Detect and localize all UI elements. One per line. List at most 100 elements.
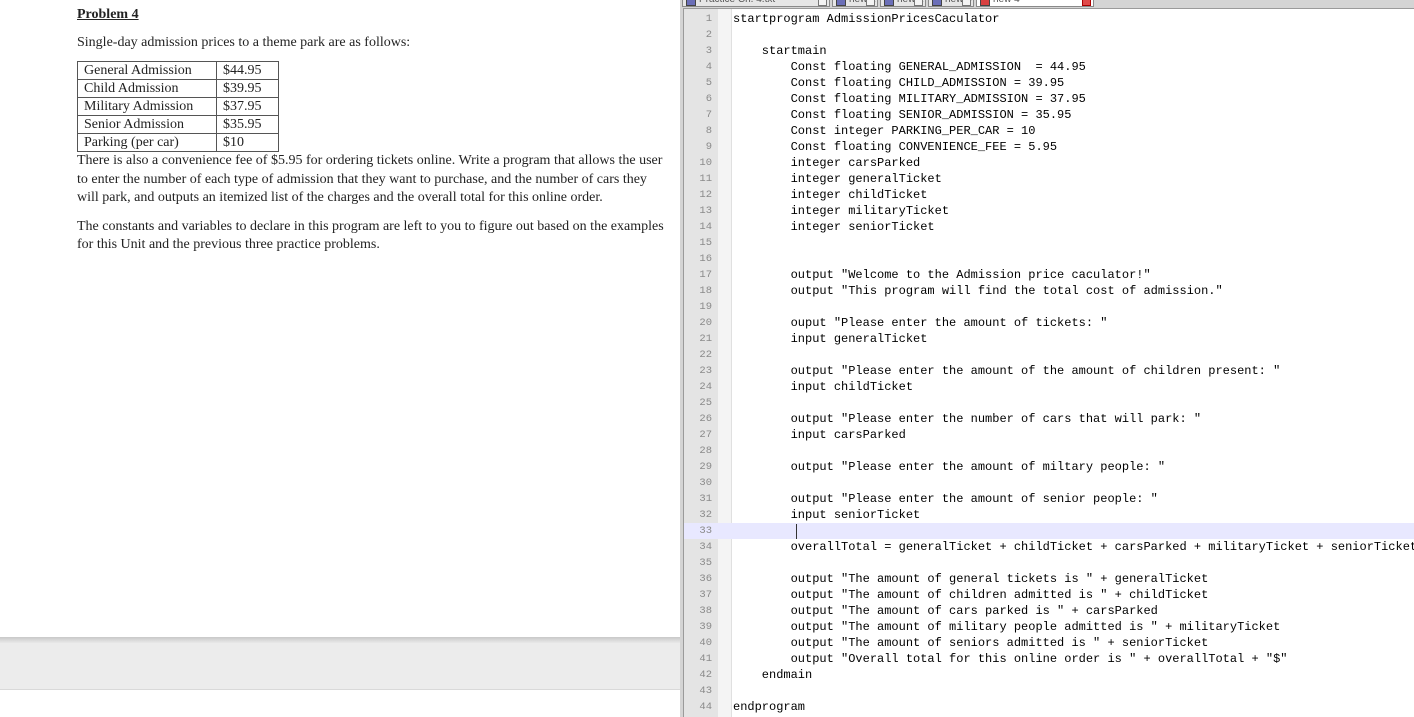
code-text: output "The amount of military people ad… bbox=[733, 620, 1281, 634]
price-row: General Admission $44.95 bbox=[77, 61, 279, 80]
price-label: Military Admission bbox=[77, 97, 217, 116]
close-tab-icon[interactable] bbox=[818, 0, 827, 6]
code-line[interactable]: 2 bbox=[684, 27, 1414, 43]
code-line[interactable]: 8 Const integer PARKING_PER_CAR = 10 bbox=[684, 123, 1414, 139]
code-text: integer generalTicket bbox=[733, 172, 942, 186]
code-text: output "The amount of general tickets is… bbox=[733, 572, 1209, 586]
price-label: Senior Admission bbox=[77, 115, 217, 134]
code-line[interactable]: 27 input carsParked bbox=[684, 427, 1414, 443]
code-line[interactable]: 5 Const floating CHILD_ADMISSION = 39.95 bbox=[684, 75, 1414, 91]
code-line[interactable]: 37 output "The amount of children admitt… bbox=[684, 587, 1414, 603]
line-number: 25 bbox=[699, 397, 712, 409]
code-line[interactable]: 16 bbox=[684, 251, 1414, 267]
code-line[interactable]: 20 ouput "Please enter the amount of tic… bbox=[684, 315, 1414, 331]
line-number: 34 bbox=[699, 541, 712, 553]
line-number: 43 bbox=[699, 685, 712, 697]
price-label: Parking (per car) bbox=[77, 133, 217, 152]
line-number: 4 bbox=[705, 61, 712, 73]
editor-tab[interactable]: new 2 bbox=[880, 0, 926, 7]
code-line[interactable]: 30 bbox=[684, 475, 1414, 491]
close-tab-icon[interactable] bbox=[962, 0, 971, 6]
editor-text-area[interactable]: 1 startprogram AdmissionPricesCaculator 2 3… bbox=[683, 8, 1414, 717]
code-text: overallTotal = generalTicket + childTick… bbox=[733, 540, 1414, 554]
code-line[interactable]: 42 endmain bbox=[684, 667, 1414, 683]
code-line[interactable]: 26 output "Please enter the number of ca… bbox=[684, 411, 1414, 427]
problem-description: There is also a convenience fee of $5.95… bbox=[77, 153, 663, 205]
code-line[interactable]: 32 input seniorTicket bbox=[684, 507, 1414, 523]
line-number: 23 bbox=[699, 365, 712, 377]
code-line[interactable]: 15 bbox=[684, 235, 1414, 251]
editor-tab[interactable]: new 4 bbox=[976, 0, 1094, 7]
price-row: Parking (per car) $10 bbox=[77, 133, 279, 152]
code-line[interactable]: 9 Const floating CONVENIENCE_FEE = 5.95 bbox=[684, 139, 1414, 155]
code-line[interactable]: 14 integer seniorTicket bbox=[684, 219, 1414, 235]
code-line[interactable]: 31 output "Please enter the amount of se… bbox=[684, 491, 1414, 507]
close-tab-icon[interactable] bbox=[866, 0, 875, 6]
code-line[interactable]: 17 output "Welcome to the Admission pric… bbox=[684, 267, 1414, 283]
document-viewer[interactable]: Problem 4 Single-day admission prices to… bbox=[0, 0, 680, 637]
price-value: $10 bbox=[216, 133, 279, 152]
code-line[interactable]: 28 bbox=[684, 443, 1414, 459]
code-line[interactable]: 38 output "The amount of cars parked is … bbox=[684, 603, 1414, 619]
code-line[interactable]: 10 integer carsParked bbox=[684, 155, 1414, 171]
price-label: General Admission bbox=[77, 61, 217, 80]
code-line[interactable]: 19 bbox=[684, 299, 1414, 315]
line-number: 31 bbox=[699, 493, 712, 505]
code-text: output "This program will find the total… bbox=[733, 284, 1223, 298]
code-text: output "Please enter the amount of milta… bbox=[733, 460, 1166, 474]
code-line[interactable]: 22 bbox=[684, 347, 1414, 363]
editor-tab[interactable]: new 3 bbox=[928, 0, 974, 7]
code-line[interactable]: 35 bbox=[684, 555, 1414, 571]
code-line[interactable]: 13 integer militaryTicket bbox=[684, 203, 1414, 219]
editor-tab[interactable]: new 1 bbox=[832, 0, 878, 7]
line-number: 44 bbox=[699, 701, 712, 713]
code-line[interactable]: 36 output "The amount of general tickets… bbox=[684, 571, 1414, 587]
code-line[interactable]: 25 bbox=[684, 395, 1414, 411]
code-line[interactable]: 23 output "Please enter the amount of th… bbox=[684, 363, 1414, 379]
file-icon bbox=[686, 0, 696, 6]
code-text: output "The amount of cars parked is " +… bbox=[733, 604, 1158, 618]
code-line[interactable]: 1 startprogram AdmissionPricesCaculator bbox=[684, 11, 1414, 27]
code-line[interactable]: 18 output "This program will find the to… bbox=[684, 283, 1414, 299]
code-line[interactable]: 24 input childTicket bbox=[684, 379, 1414, 395]
code-text: integer militaryTicket bbox=[733, 204, 950, 218]
code-text: output "Welcome to the Admission price c… bbox=[733, 268, 1151, 282]
code-text: Const floating CONVENIENCE_FEE = 5.95 bbox=[733, 140, 1058, 154]
code-line[interactable]: 6 Const floating MILITARY_ADMISSION = 37… bbox=[684, 91, 1414, 107]
code-text: output "The amount of seniors admitted i… bbox=[733, 636, 1209, 650]
code-line[interactable]: 29 output "Please enter the amount of mi… bbox=[684, 459, 1414, 475]
file-icon bbox=[932, 0, 942, 6]
line-number: 19 bbox=[699, 301, 712, 313]
line-number: 5 bbox=[705, 77, 712, 89]
line-number: 29 bbox=[699, 461, 712, 473]
code-line[interactable]: 34 overallTotal = generalTicket + childT… bbox=[684, 539, 1414, 555]
code-line[interactable]: 12 integer childTicket bbox=[684, 187, 1414, 203]
editor-tab[interactable]: Practice Ch. 4.txt bbox=[682, 0, 830, 7]
code-text: integer seniorTicket bbox=[733, 220, 935, 234]
editor-tab-label: new 4 bbox=[993, 0, 1020, 5]
code-text: input childTicket bbox=[733, 380, 914, 394]
close-tab-icon[interactable] bbox=[914, 0, 923, 6]
price-value: $39.95 bbox=[216, 79, 279, 98]
code-text: startprogram AdmissionPricesCaculator bbox=[733, 12, 1000, 26]
code-line[interactable]: 39 output "The amount of military people… bbox=[684, 619, 1414, 635]
file-icon bbox=[884, 0, 894, 6]
text-caret bbox=[796, 524, 797, 539]
editor-tab-label: Practice Ch. 4.txt bbox=[699, 0, 775, 5]
code-line[interactable]: 21 input generalTicket bbox=[684, 331, 1414, 347]
code-line[interactable]: 7 Const floating SENIOR_ADMISSION = 35.9… bbox=[684, 107, 1414, 123]
code-line[interactable]: 40 output "The amount of seniors admitte… bbox=[684, 635, 1414, 651]
close-tab-icon[interactable] bbox=[1082, 0, 1091, 6]
line-number: 42 bbox=[699, 669, 712, 681]
code-line[interactable]: 33 bbox=[684, 523, 1414, 539]
line-number: 17 bbox=[699, 269, 712, 281]
price-value: $35.95 bbox=[216, 115, 279, 134]
code-line[interactable]: 11 integer generalTicket bbox=[684, 171, 1414, 187]
code-text: input seniorTicket bbox=[733, 508, 921, 522]
code-line[interactable]: 43 bbox=[684, 683, 1414, 699]
code-line[interactable]: 3 startmain bbox=[684, 43, 1414, 59]
code-line[interactable]: 41 output "Overall total for this online… bbox=[684, 651, 1414, 667]
code-line[interactable]: 4 Const floating GENERAL_ADMISSION = 44.… bbox=[684, 59, 1414, 75]
code-text: endmain bbox=[733, 668, 813, 682]
code-line[interactable]: 44 endprogram bbox=[684, 699, 1414, 715]
